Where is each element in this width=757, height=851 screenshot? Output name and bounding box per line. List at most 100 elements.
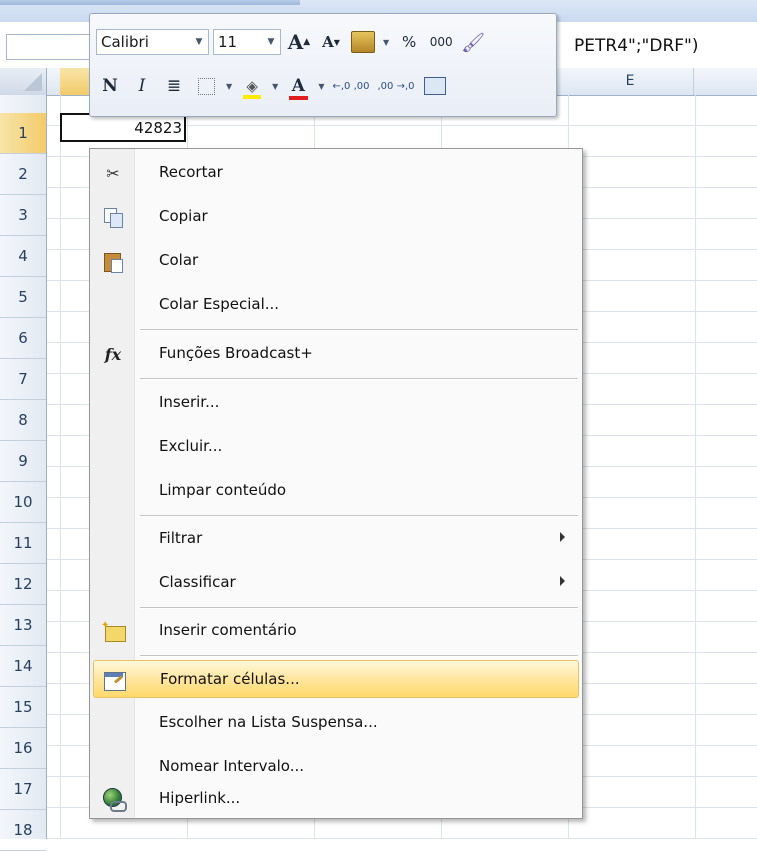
mini-toolbar-row-2: N I ≣ ▼ ◈ ▼ A ▼ ←,0 ,00 ,00 →,0 <box>96 68 449 104</box>
menu-separator <box>140 607 578 609</box>
row-header-12[interactable]: 12 <box>0 564 46 605</box>
menu-item-colar-especial[interactable]: Colar Especial... <box>93 286 579 324</box>
row-headers: 1 2 3 4 5 6 7 8 9 10 11 12 13 14 15 16 17 18 <box>0 95 47 851</box>
row-header-15[interactable]: 15 <box>0 687 46 728</box>
shrink-font-icon: A <box>322 33 334 51</box>
format-painter-icon[interactable]: 🖌 <box>459 28 487 56</box>
row-header-8[interactable]: 8 <box>0 400 46 441</box>
font-name-combo[interactable]: Calibri ▼ <box>96 29 209 55</box>
scissors-icon: ✂ <box>106 163 120 183</box>
chevron-down-icon[interactable]: ▼ <box>270 82 280 91</box>
menu-item-funcoes-broadcast[interactable]: fx Funções Broadcast+ <box>93 335 579 373</box>
menu-item-limpar-conteudo[interactable]: Limpar conteúdo <box>93 472 579 510</box>
submenu-arrow-icon <box>560 576 565 586</box>
thousands-style-button[interactable]: 000 <box>427 28 455 56</box>
font-color-icon: A <box>288 76 309 100</box>
menu-item-recortar[interactable]: ✂ Recortar <box>93 154 579 192</box>
function-icon: fx <box>104 344 122 364</box>
row-header-16[interactable]: 16 <box>0 728 46 769</box>
hyperlink-icon <box>101 787 127 812</box>
row-header-17[interactable]: 17 <box>0 769 46 810</box>
font-color-button[interactable]: A <box>284 72 312 100</box>
submenu-arrow-icon <box>560 532 565 542</box>
chevron-down-icon[interactable]: ▼ <box>262 37 280 47</box>
row-header-10[interactable]: 10 <box>0 482 46 523</box>
ribbon-edge <box>0 0 300 5</box>
menu-item-hiperlink[interactable]: Hiperlink... <box>93 780 579 816</box>
menu-separator <box>140 378 578 380</box>
menu-separator <box>140 515 578 517</box>
format-cells-icon <box>102 668 126 692</box>
grow-font-button[interactable]: A ▲ <box>285 28 313 56</box>
percent-style-button[interactable]: % <box>395 28 423 56</box>
menu-item-label: Escolher na Lista Suspensa... <box>159 713 378 731</box>
menu-item-excluir[interactable]: Excluir... <box>93 428 579 466</box>
italic-button[interactable]: I <box>128 72 156 100</box>
row-header-7[interactable]: 7 <box>0 359 46 400</box>
active-cell-value: 42823 <box>134 119 182 137</box>
currency-icon <box>351 31 375 53</box>
menu-item-label: Classificar <box>159 573 236 591</box>
menu-item-label: Formatar células... <box>160 670 300 688</box>
context-menu: ✂ Recortar Copiar Colar Colar Especial..… <box>89 148 583 819</box>
row-header-5[interactable]: 5 <box>0 277 46 318</box>
chevron-down-icon[interactable]: ▼ <box>224 82 234 91</box>
menu-item-label: Colar Especial... <box>159 295 280 313</box>
decrease-decimal-button[interactable]: ,00 →,0 <box>375 72 416 100</box>
borders-icon[interactable] <box>192 72 220 100</box>
name-box[interactable] <box>6 34 90 60</box>
fill-color-icon[interactable]: ◈ <box>238 72 266 100</box>
row-header-1[interactable]: 1 <box>0 113 46 154</box>
column-header-e[interactable]: E <box>567 68 694 95</box>
row-header-2[interactable]: 2 <box>0 154 46 195</box>
menu-item-colar[interactable]: Colar <box>93 242 579 280</box>
copy-icon <box>101 205 125 229</box>
row-header-11[interactable]: 11 <box>0 523 46 564</box>
menu-item-escolher-lista[interactable]: Escolher na Lista Suspensa... <box>93 704 579 742</box>
accounting-format-button[interactable] <box>349 28 377 56</box>
menu-item-inserir-comentario[interactable]: ✦ Inserir comentário <box>93 612 579 650</box>
menu-item-copiar[interactable]: Copiar <box>93 198 579 236</box>
menu-item-label: Hiperlink... <box>159 789 241 807</box>
row-header-13[interactable]: 13 <box>0 605 46 646</box>
menu-item-label: Filtrar <box>159 529 203 547</box>
menu-item-inserir[interactable]: Inserir... <box>93 384 579 422</box>
chevron-down-icon[interactable]: ▼ <box>190 37 208 47</box>
chevron-down-icon[interactable]: ▼ <box>381 38 391 47</box>
menu-separator <box>140 655 578 657</box>
menu-item-label: Inserir... <box>159 393 220 411</box>
grow-font-icon: A <box>287 30 304 54</box>
select-all-corner[interactable] <box>0 68 47 95</box>
menu-item-label: Excluir... <box>159 437 223 455</box>
center-align-icon[interactable]: ≣ <box>160 72 188 100</box>
row-header-4[interactable]: 4 <box>0 236 46 277</box>
active-cell[interactable]: 42823 <box>60 113 186 142</box>
shrink-font-button[interactable]: A ▼ <box>317 28 345 56</box>
menu-item-label: Recortar <box>159 163 223 181</box>
column-header-a[interactable] <box>47 68 61 95</box>
menu-item-label: Funções Broadcast+ <box>159 344 313 362</box>
row-header-14[interactable]: 14 <box>0 646 46 687</box>
font-size-value: 11 <box>218 33 238 51</box>
row-header-6[interactable]: 6 <box>0 318 46 359</box>
font-size-combo[interactable]: 11 ▼ <box>213 29 281 55</box>
comment-icon: ✦ <box>101 619 126 643</box>
menu-item-label: Limpar conteúdo <box>159 481 287 499</box>
merge-center-icon[interactable] <box>421 72 449 100</box>
chevron-down-icon[interactable]: ▼ <box>316 82 326 91</box>
corner-triangle-icon <box>24 73 42 91</box>
column-header-f[interactable] <box>694 68 757 95</box>
menu-item-label: Inserir comentário <box>159 621 297 639</box>
menu-item-formatar-celulas[interactable]: Formatar células... <box>93 660 579 698</box>
menu-item-label: Copiar <box>159 207 208 225</box>
paste-icon <box>101 249 125 273</box>
menu-item-label: Nomear Intervalo... <box>159 757 305 775</box>
row-header-9[interactable]: 9 <box>0 441 46 482</box>
row-header-18[interactable]: 18 <box>0 810 46 851</box>
increase-decimal-button[interactable]: ←,0 ,00 <box>330 72 371 100</box>
menu-item-classificar[interactable]: Classificar <box>93 564 579 602</box>
row-header-3[interactable]: 3 <box>0 195 46 236</box>
bold-button[interactable]: N <box>96 72 124 100</box>
menu-item-filtrar[interactable]: Filtrar <box>93 520 579 558</box>
formula-text[interactable]: PETR4";"DRF") <box>574 36 699 56</box>
